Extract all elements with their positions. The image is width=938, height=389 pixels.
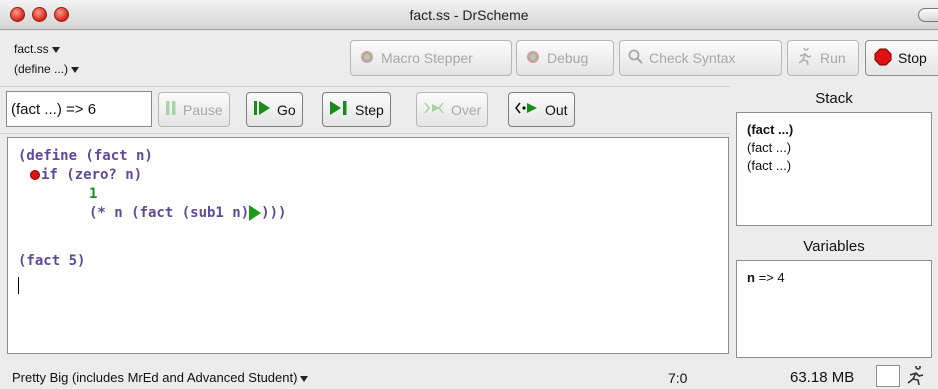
code-line-2-text: if (zero? n) [41,167,143,183]
step-marker-icon [249,205,262,221]
code-line-4-text: (* n (fact (sub1 n) [89,205,250,221]
variables-panel[interactable]: n => 4 [736,260,932,358]
out-label: Out [545,101,568,118]
macro-stepper-icon [359,49,375,68]
go-button[interactable]: Go [246,92,303,127]
check-syntax-button[interactable]: Check Syntax [619,40,782,76]
code-line-4-closing: ))) [261,205,287,221]
definitions-editor[interactable]: (define (fact n) if (zero? n) 1 (* n (fa… [7,137,729,354]
variable-row[interactable]: n => 4 [747,269,921,287]
toolbar-toggle-button[interactable] [918,8,938,22]
debug-status: (fact ...) => 6 [6,91,152,127]
file-menu-label: fact.ss [14,42,49,56]
code-line-4: (* n (fact (sub1 n)))) [89,204,286,223]
code-line-5: (fact 5) [18,252,85,271]
code-line-5-text: (fact 5) [18,253,86,269]
define-menu-label: (define ...) [14,62,69,76]
debugger-toolbar: (fact ...) => 6 Pause Go Step Over Out [0,86,730,134]
out-button[interactable]: Out [508,92,575,127]
step-button[interactable]: Step [322,92,391,127]
chevron-down-icon [300,375,309,382]
window-title: fact.ss - DrScheme [409,7,529,23]
code-line-1: (define (fact n) [18,147,153,166]
magnifier-icon [628,49,643,67]
macro-stepper-label: Macro Stepper [381,50,473,66]
step-over-icon [423,100,445,119]
text-cursor [18,277,19,294]
pause-label: Pause [183,101,223,118]
cursor-position: 7:0 [668,370,688,386]
status-bar: Pretty Big (includes MrEd and Advanced S… [0,362,938,389]
define-menu[interactable]: (define ...) [14,59,80,79]
gc-indicator [876,365,900,387]
language-label: Pretty Big (includes MrEd and Advanced S… [12,370,298,385]
breakpoint-icon[interactable] [30,170,40,180]
code-line-3: 1 [89,185,97,204]
debug-icon [525,49,541,68]
go-icon [253,100,271,119]
step-icon [329,100,349,119]
step-label: Step [355,101,384,118]
code-line-2: if (zero? n) [30,166,142,185]
stop-button[interactable]: Stop [865,40,938,76]
pause-icon [165,100,177,119]
run-button[interactable]: Run [787,40,859,76]
stack-frame[interactable]: (fact ...) [747,139,921,157]
stack-panel[interactable]: (fact ...) (fact ...) (fact ...) [736,112,932,226]
memory-usage[interactable]: 63.18 MB [790,369,854,386]
chevron-down-icon [51,46,60,53]
go-label: Go [277,101,296,118]
running-man-icon [904,364,930,386]
run-label: Run [820,50,846,66]
macro-stepper-button[interactable]: Macro Stepper [350,40,512,76]
stop-icon [874,48,892,69]
variable-name: n [747,270,755,285]
stack-title: Stack [815,90,853,107]
title-bar: fact.ss - DrScheme [0,0,938,30]
over-button[interactable]: Over [416,92,489,127]
debug-button[interactable]: Debug [516,40,614,76]
pause-button[interactable]: Pause [158,92,230,127]
check-syntax-label: Check Syntax [649,50,736,66]
stop-label: Stop [898,50,927,66]
over-label: Over [451,101,482,118]
language-menu[interactable]: Pretty Big (includes MrEd and Advanced S… [12,370,309,385]
step-out-icon [515,100,539,119]
variables-title: Variables [803,238,865,255]
debug-label: Debug [547,50,589,66]
running-man-icon [796,44,814,69]
file-menu[interactable]: fact.ss [14,39,79,59]
code-line-1-text: (define (fact n) [18,148,153,164]
chevron-down-icon [71,66,80,73]
file-menus: fact.ss (define ...) [14,39,80,79]
stack-frame[interactable]: (fact ...) [747,121,921,139]
variable-value: => 4 [758,270,785,285]
stack-frame[interactable]: (fact ...) [747,157,921,175]
code-line-3-text: 1 [89,186,98,202]
